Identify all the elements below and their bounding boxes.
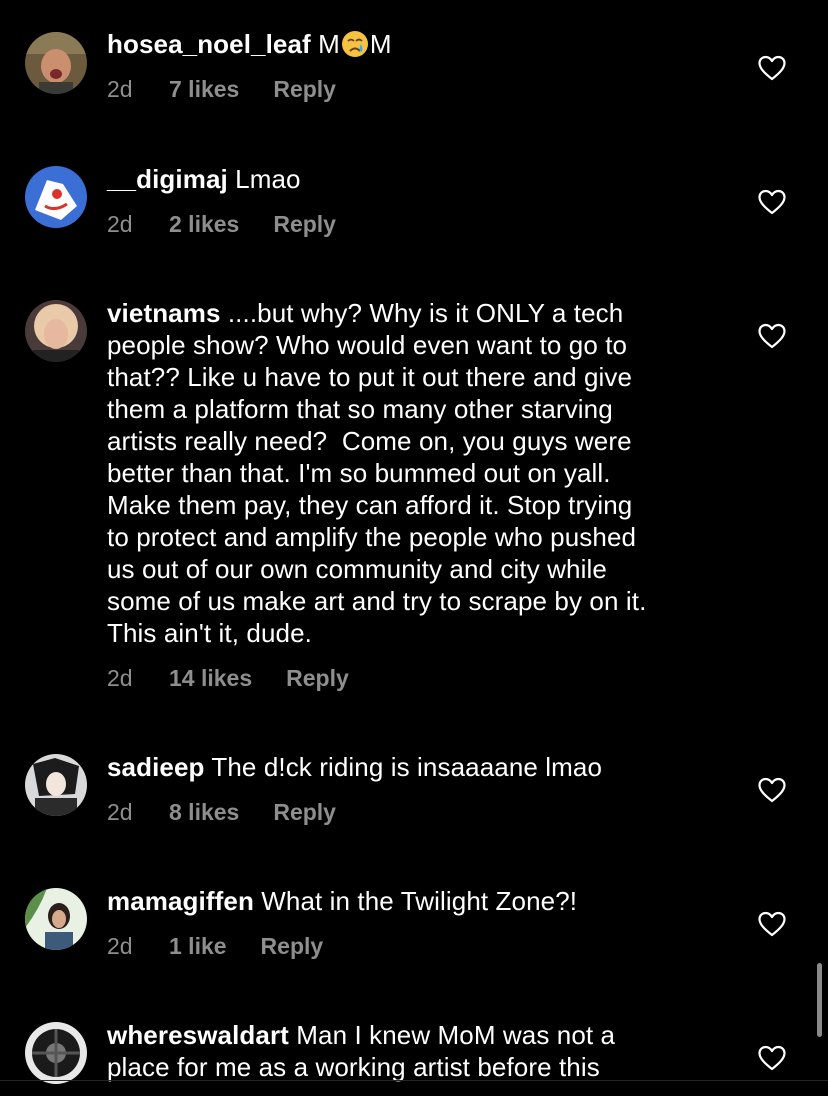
- likes-count[interactable]: 1 like: [169, 931, 227, 961]
- comment-line: This ain't it, dude.: [107, 618, 312, 648]
- avatar[interactable]: [25, 754, 87, 816]
- avatar-photo-icon: [25, 32, 87, 94]
- comment-line: them a platform that so many other starv…: [107, 394, 613, 424]
- username[interactable]: __digimaj: [107, 164, 228, 194]
- comment-line: that?? Like u have to put it out there a…: [107, 362, 633, 392]
- heart-outline-icon[interactable]: [758, 55, 786, 81]
- avatar[interactable]: [25, 300, 87, 362]
- comment-text: hosea_noel_leaf MM: [107, 28, 727, 60]
- comment-time: 2d: [107, 211, 133, 237]
- comments-list[interactable]: hosea_noel_leaf MM 2d 7 likes Reply __digi…: [0, 0, 828, 1096]
- reply-button[interactable]: Reply: [261, 931, 324, 961]
- comment-meta: 2d 8 likes Reply: [107, 797, 727, 827]
- avatar-photo-icon: [25, 300, 87, 362]
- reply-button[interactable]: Reply: [273, 209, 336, 239]
- avatar-illustration-icon: [25, 166, 87, 228]
- reply-button[interactable]: Reply: [286, 663, 349, 693]
- username[interactable]: hosea_noel_leaf: [107, 29, 311, 59]
- avatar-photo-icon: [25, 888, 87, 950]
- heart-outline-icon[interactable]: [758, 777, 786, 803]
- likes-count[interactable]: 7 likes: [169, 74, 239, 104]
- scrollbar[interactable]: [817, 963, 822, 1037]
- comment-meta: 2d 14 likes Reply: [107, 663, 727, 693]
- avatar[interactable]: [25, 32, 87, 94]
- comment-text-part: The d!ck riding is insaaaane lmao: [211, 752, 603, 782]
- comment-text: vietnams ....but why? Why is it ONLY a t…: [107, 297, 727, 649]
- comment-line: Man I knew MoM was not a: [296, 1020, 616, 1050]
- username[interactable]: mamagiffen: [107, 886, 254, 916]
- comment-time: 2d: [107, 933, 133, 959]
- bottom-divider: [0, 1080, 828, 1081]
- heart-outline-icon[interactable]: [758, 323, 786, 349]
- comment-line: us out of our own community and city whi…: [107, 554, 607, 584]
- likes-count[interactable]: 8 likes: [169, 797, 239, 827]
- comment-line: to protect and amplify the people who pu…: [107, 522, 637, 552]
- comment-text-part: Lmao: [235, 164, 301, 194]
- comment-meta: 2d 2 likes Reply: [107, 209, 727, 239]
- comment-text-part: What in the Twilight Zone?!: [261, 886, 578, 916]
- heart-outline-icon[interactable]: [758, 1045, 786, 1071]
- username[interactable]: whereswaldart: [107, 1020, 289, 1050]
- comment-line: people show? Who would even want to go t…: [107, 330, 628, 360]
- avatar[interactable]: [25, 1022, 87, 1084]
- comment-text: whereswaldart Man I knew MoM was not a pl…: [107, 1019, 727, 1083]
- likes-count[interactable]: 2 likes: [169, 209, 239, 239]
- heart-outline-icon[interactable]: [758, 911, 786, 937]
- comment-text: mamagiffen What in the Twilight Zone?!: [107, 885, 727, 917]
- comment-time: 2d: [107, 665, 133, 691]
- heart-outline-icon[interactable]: [758, 189, 786, 215]
- username[interactable]: vietnams: [107, 298, 221, 328]
- avatar[interactable]: [25, 888, 87, 950]
- comment-line: better than that. I'm so bummed out on y…: [107, 458, 611, 488]
- likes-count[interactable]: 14 likes: [169, 663, 252, 693]
- comment-text-part: M: [369, 29, 392, 59]
- comment-line: ....but why? Why is it ONLY a tech: [227, 298, 624, 328]
- avatar-illustration-icon: [25, 1022, 87, 1084]
- comment-text: sadieep The d!ck riding is insaaaane lma…: [107, 751, 727, 783]
- comment-meta: 2d 1 like Reply: [107, 931, 727, 961]
- crying-face-emoji-icon: [341, 31, 368, 57]
- avatar-illustration-icon: [25, 754, 87, 816]
- comment-text-part: M: [318, 29, 340, 59]
- comment-line: Make them pay, they can afford it. Stop …: [107, 490, 633, 520]
- comment-line: artists really need? Come on, you guys w…: [107, 426, 632, 456]
- username[interactable]: sadieep: [107, 752, 205, 782]
- comment-text: __digimaj Lmao: [107, 163, 727, 195]
- comment-time: 2d: [107, 799, 133, 825]
- comment-line: place for me as a working artist before …: [107, 1052, 600, 1082]
- comment-time: 2d: [107, 76, 133, 102]
- avatar[interactable]: [25, 166, 87, 228]
- reply-button[interactable]: Reply: [273, 797, 336, 827]
- comment-line: some of us make art and try to scrape by…: [107, 586, 647, 616]
- comment-meta: 2d 7 likes Reply: [107, 74, 727, 104]
- reply-button[interactable]: Reply: [273, 74, 336, 104]
